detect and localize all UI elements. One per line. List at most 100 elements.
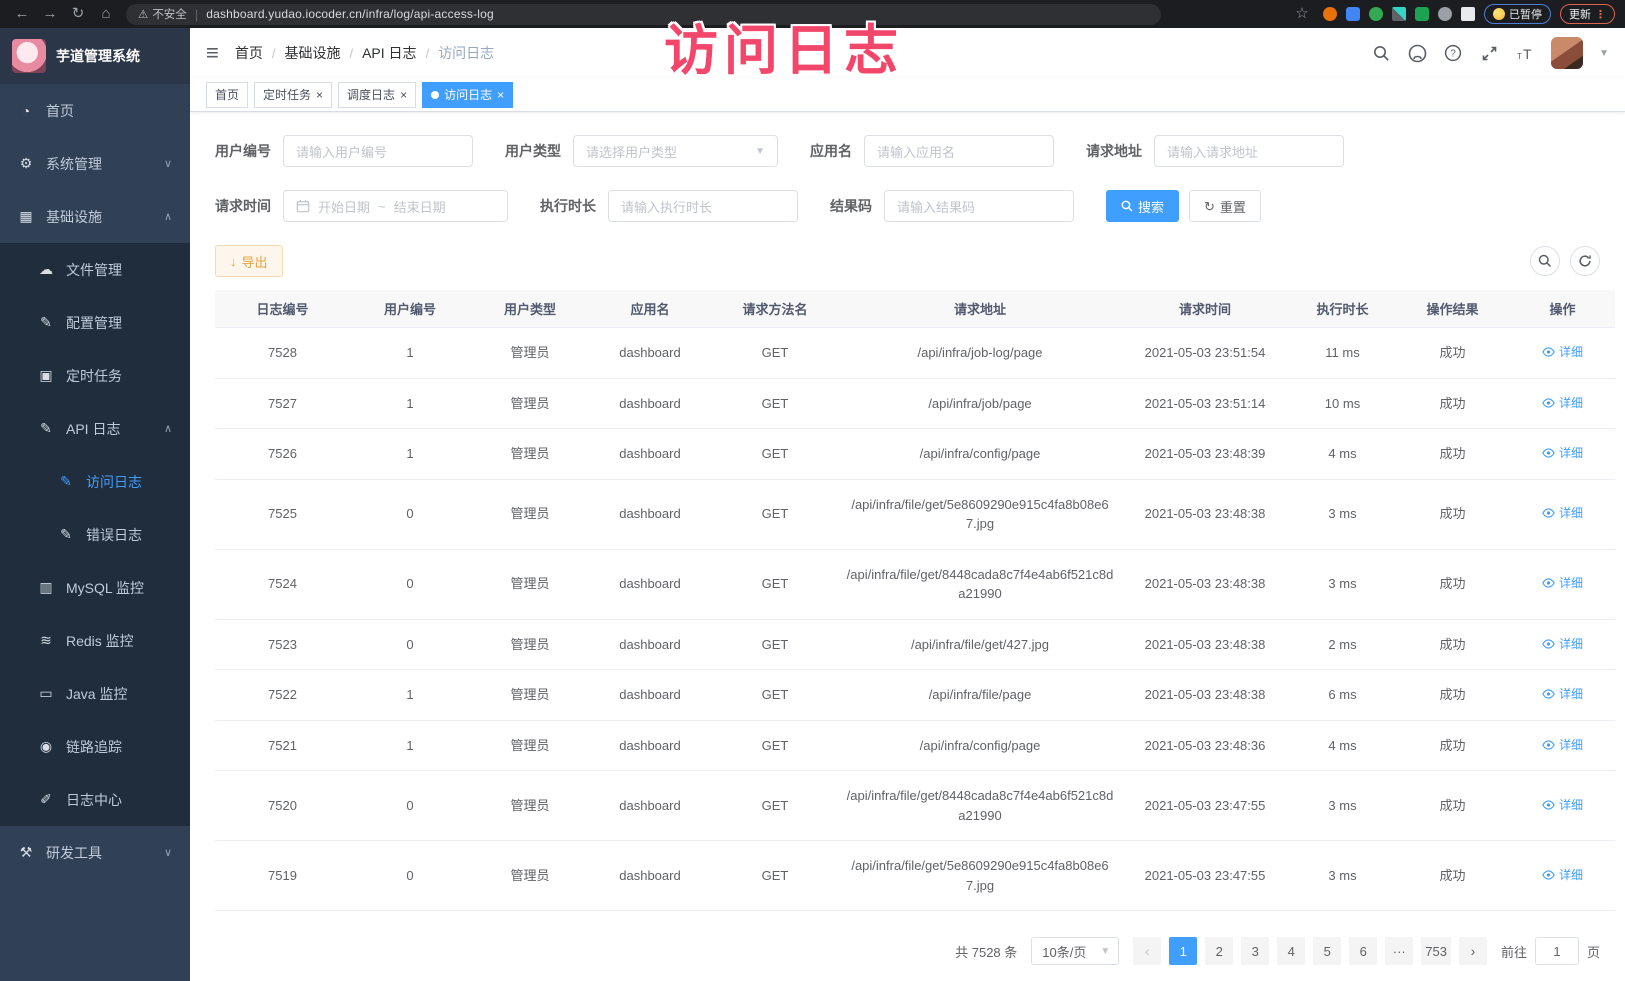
cell-app: dashboard <box>590 771 710 841</box>
detail-link[interactable]: 详细 <box>1542 444 1583 462</box>
tab-调度日志[interactable]: 调度日志× <box>338 82 416 108</box>
result-code-input[interactable]: 请输入结果码 <box>884 190 1074 222</box>
update-button[interactable]: 更新 ⋮ <box>1560 4 1615 24</box>
sidebar-item-mysql-monitor[interactable]: ▥MySQL 监控 <box>0 561 190 614</box>
detail-link[interactable]: 详细 <box>1542 796 1583 814</box>
browser-menu-icon[interactable]: ⋮ <box>1595 8 1606 21</box>
cell-user_type: 管理员 <box>470 670 590 721</box>
cell-actions: 详细 <box>1510 619 1615 670</box>
page-button[interactable]: 753 <box>1421 937 1451 965</box>
page-button[interactable]: 6 <box>1349 937 1377 965</box>
tab-定时任务[interactable]: 定时任务× <box>254 82 332 108</box>
close-icon[interactable]: × <box>497 89 504 101</box>
browser-reload-icon[interactable]: ↻ <box>66 0 90 28</box>
user-type-select[interactable]: 请选择用户类型▼ <box>573 135 778 167</box>
goto-page-input[interactable]: 1 <box>1535 937 1579 965</box>
user-avatar[interactable] <box>1551 37 1583 69</box>
logo-bar[interactable]: 芋道管理系统 <box>0 28 190 84</box>
sidebar-item-config-edit[interactable]: ✎配置管理 <box>0 296 190 349</box>
app-name-input[interactable]: 请输入应用名 <box>864 135 1054 167</box>
access-log-table: 日志编号用户编号用户类型应用名请求方法名请求地址请求时间执行时长操作结果操作 7… <box>215 290 1615 911</box>
detail-link[interactable]: 详细 <box>1542 685 1583 703</box>
extension-shield-icon[interactable] <box>1346 7 1360 21</box>
sidebar-item-redis-monitor[interactable]: ≋Redis 监控 <box>0 614 190 667</box>
cell-duration: 10 ms <box>1290 378 1395 429</box>
reset-button[interactable]: ↻重置 <box>1189 190 1261 222</box>
user-id-input[interactable]: 请输入用户编号 <box>283 135 473 167</box>
not-secure-warning[interactable]: ⚠ 不安全 <box>138 6 187 22</box>
toggle-search-button[interactable] <box>1530 246 1560 276</box>
more-pages-button[interactable]: ··· <box>1385 937 1413 965</box>
browser-home-icon[interactable]: ⌂ <box>94 0 118 28</box>
page-button[interactable]: 4 <box>1277 937 1305 965</box>
prev-page-button[interactable]: ‹ <box>1133 937 1161 965</box>
duration-input[interactable]: 请输入执行时长 <box>608 190 798 222</box>
sidebar-item-error-log[interactable]: ✎错误日志 <box>0 508 190 561</box>
select-placeholder: 请选择用户类型 <box>586 142 677 161</box>
extensions-puzzle-icon[interactable] <box>1461 7 1475 21</box>
hamburger-icon[interactable]: ≡ <box>206 42 219 64</box>
browser-address-bar[interactable]: ⚠ 不安全 | dashboard.yudao.iocoder.cn/infra… <box>126 4 1161 25</box>
sidebar-item-trace-eye[interactable]: ◉链路追踪 <box>0 720 190 773</box>
sidebar-item-dev-tools[interactable]: ⚒研发工具∨ <box>0 826 190 879</box>
bookmark-star-icon[interactable]: ☆ <box>1290 0 1314 28</box>
column-header: 请求时间 <box>1120 290 1290 328</box>
browser-back-icon[interactable]: ← <box>10 0 34 28</box>
sidebar-item-file-upload[interactable]: ☁文件管理 <box>0 243 190 296</box>
extension-icon[interactable] <box>1438 7 1452 21</box>
detail-link[interactable]: 详细 <box>1542 343 1583 361</box>
search-button[interactable]: 搜索 <box>1106 190 1179 222</box>
cell-app: dashboard <box>590 429 710 480</box>
tab-访问日志[interactable]: 访问日志× <box>422 82 513 108</box>
detail-link[interactable]: 详细 <box>1542 736 1583 754</box>
sidebar-item-api-log[interactable]: ✎API 日志∧ <box>0 402 190 455</box>
breadcrumb-item[interactable]: API 日志 <box>362 43 416 63</box>
page-button[interactable]: 5 <box>1313 937 1341 965</box>
sidebar-item-infra[interactable]: ▦基础设施∧ <box>0 190 190 243</box>
sidebar-item-access-log[interactable]: ✎访问日志 <box>0 455 190 508</box>
filter-label: 请求时间 <box>215 196 271 216</box>
detail-link[interactable]: 详细 <box>1542 635 1583 653</box>
sidebar-item-log-center[interactable]: ✐日志中心 <box>0 773 190 826</box>
request-url-input[interactable]: 请输入请求地址 <box>1154 135 1344 167</box>
request-time-range-picker[interactable]: 开始日期~结束日期 <box>283 190 508 222</box>
detail-link[interactable]: 详细 <box>1542 574 1583 592</box>
breadcrumb-item[interactable]: 基础设施 <box>284 43 340 63</box>
paused-badge[interactable]: 已暂停 <box>1484 4 1551 24</box>
extension-icon[interactable] <box>1369 7 1383 21</box>
close-icon[interactable]: × <box>400 89 407 101</box>
next-page-button[interactable]: › <box>1459 937 1487 965</box>
cell-result: 成功 <box>1395 378 1510 429</box>
font-size-icon[interactable]: TT <box>1515 43 1535 63</box>
search-icon[interactable] <box>1371 43 1391 63</box>
sidebar-item-java-monitor[interactable]: ▭Java 监控 <box>0 667 190 720</box>
sidebar-item-gear[interactable]: ⚙系统管理∨ <box>0 137 190 190</box>
help-icon[interactable]: ? <box>1443 43 1463 63</box>
filter-field-result-code: 结果码请输入结果码 <box>830 190 1074 222</box>
detail-link[interactable]: 详细 <box>1542 504 1583 522</box>
detail-link[interactable]: 详细 <box>1542 394 1583 412</box>
page-button[interactable]: 3 <box>1241 937 1269 965</box>
translate-extension-icon[interactable] <box>1415 7 1429 21</box>
close-icon[interactable]: × <box>316 89 323 101</box>
refresh-table-button[interactable] <box>1570 246 1600 276</box>
avatar-caret-icon[interactable]: ▼ <box>1599 48 1609 59</box>
page-button[interactable]: 1 <box>1169 937 1197 965</box>
page-button[interactable]: 2 <box>1205 937 1233 965</box>
per-page-select[interactable]: 10条/页 ▼ <box>1031 937 1119 965</box>
browser-forward-icon[interactable]: → <box>38 0 62 28</box>
detail-link[interactable]: 详细 <box>1542 866 1583 884</box>
tab-首页[interactable]: 首页 <box>206 82 248 108</box>
github-icon[interactable] <box>1407 43 1427 63</box>
cell-result: 成功 <box>1395 328 1510 379</box>
cell-actions: 详细 <box>1510 328 1615 379</box>
sidebar-item-scheduled-task[interactable]: ▣定时任务 <box>0 349 190 402</box>
extension-icon[interactable] <box>1323 7 1337 21</box>
breadcrumb-item[interactable]: 首页 <box>235 43 263 63</box>
fullscreen-icon[interactable] <box>1479 43 1499 63</box>
sidebar-item-home[interactable]: ◔首页 <box>0 84 190 137</box>
export-button[interactable]: ↓ 导出 <box>215 245 283 277</box>
chevron-down-icon: ∨ <box>164 846 172 859</box>
table-row: 75261管理员dashboardGET/api/infra/config/pa… <box>215 429 1615 480</box>
extension-icon[interactable] <box>1392 7 1406 21</box>
